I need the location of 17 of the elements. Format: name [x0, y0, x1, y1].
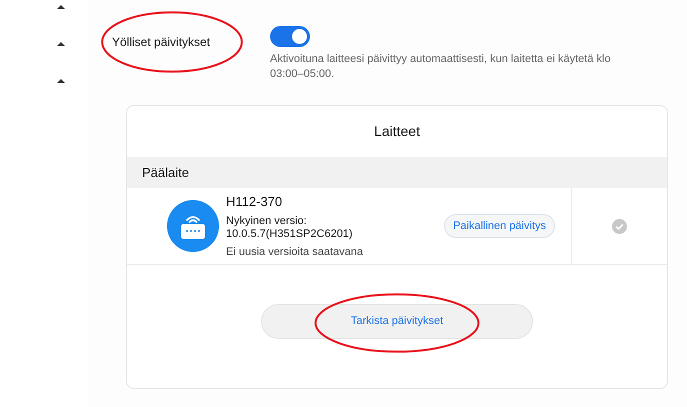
setting-description: Aktivoituna laitteesi päivittyy automaattisesti, kun laitetta ei käytetä klo 03:00–05:00. — [270, 52, 612, 82]
local-update-button[interactable]: Paikallinen päivitys — [444, 214, 555, 238]
router-icon — [167, 200, 219, 252]
section-header: Päälaite — [127, 157, 667, 188]
collapse-arrow-icon[interactable] — [56, 39, 66, 49]
toggle-switch[interactable] — [270, 26, 310, 47]
update-status: Ei uusia versioita saatavana — [226, 244, 363, 260]
device-row[interactable]: H112-370 Nykyinen versio: 10.0.5.7(H351SP2C6201) Ei uusia versioita saatavana Paikallinen päivitys — [127, 188, 667, 265]
setting-label: Yölliset päivitykset — [112, 35, 210, 49]
version-number: 10.0.5.7(H351SP2C6201) — [226, 228, 354, 240]
check-updates-button[interactable]: Tarkista päivitykset — [261, 304, 533, 339]
device-name: H112-370 — [226, 193, 284, 211]
collapse-arrow-icon[interactable] — [56, 2, 66, 12]
card-title: Laitteet — [374, 122, 420, 141]
version-label: Nykyinen versio: — [226, 214, 308, 228]
check-icon[interactable] — [612, 218, 627, 234]
collapse-arrow-icon[interactable] — [56, 76, 66, 86]
